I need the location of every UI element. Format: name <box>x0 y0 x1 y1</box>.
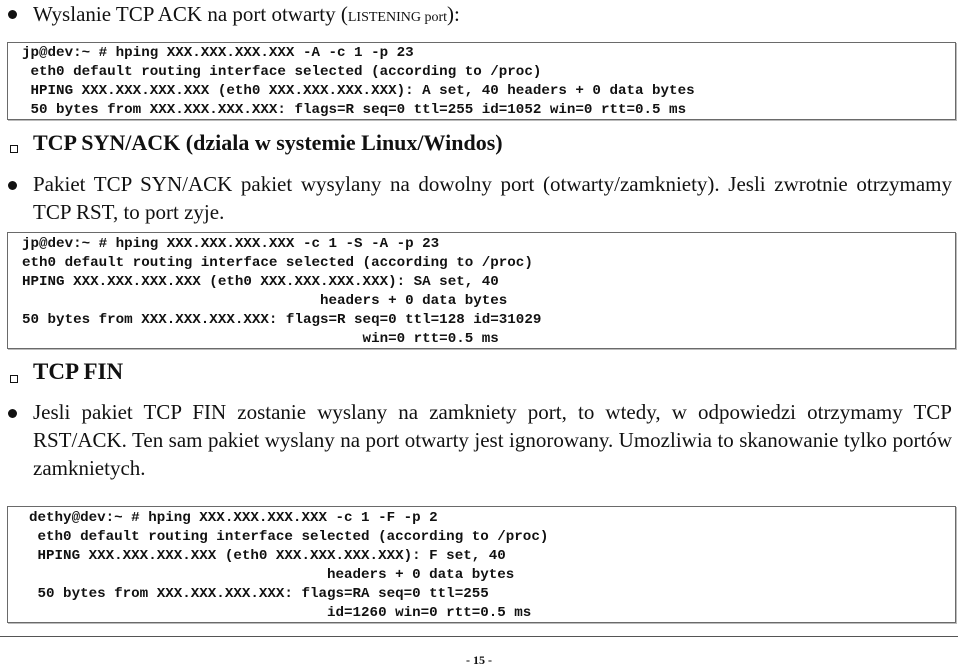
code-line: HPING XXX.XXX.XXX.XXX (eth0 XXX.XXX.XXX.… <box>29 548 506 564</box>
code-line: eth0 default routing interface selected … <box>29 529 549 545</box>
checkbox-square-icon <box>10 375 18 383</box>
code-lines: dethy@dev:~ # hping XXX.XXX.XXX.XXX -c 1… <box>8 507 955 623</box>
code-line: eth0 default routing interface selected … <box>22 64 542 80</box>
code-lines: jp@dev:~ # hping XXX.XXX.XXX.XXX -A -c 1… <box>8 43 955 120</box>
footer-divider <box>0 636 958 637</box>
code-line: win=0 rtt=0.5 ms <box>22 331 499 347</box>
bullet-dot-icon <box>8 409 17 418</box>
code-line: HPING XXX.XXX.XXX.XXX (eth0 XXX.XXX.XXX.… <box>22 83 695 99</box>
page-number: - 15 - <box>466 653 492 667</box>
code-line: 50 bytes from XXX.XXX.XXX.XXX: flags=RA … <box>29 586 489 602</box>
code-line: HPING XXX.XXX.XXX.XXX (eth0 XXX.XXX.XXX.… <box>22 274 499 290</box>
code-line: 50 bytes from XXX.XXX.XXX.XXX: flags=R s… <box>22 312 542 328</box>
code-line: dethy@dev:~ # hping XXX.XXX.XXX.XXX -c 1… <box>29 510 438 526</box>
code-line: id=1260 win=0 rtt=0.5 ms <box>29 605 532 621</box>
code-line: jp@dev:~ # hping XXX.XXX.XXX.XXX -A -c 1… <box>22 45 414 61</box>
paragraph: Pakiet TCP SYN/ACK pakiet wysylany na do… <box>33 172 952 224</box>
section-heading: TCP SYN/ACK (dziala w systemie Linux/Win… <box>33 130 503 155</box>
code-block-fin: dethy@dev:~ # hping XXX.XXX.XXX.XXX -c 1… <box>7 506 956 623</box>
code-line: jp@dev:~ # hping XXX.XXX.XXX.XXX -c 1 -S… <box>22 236 440 252</box>
section-heading: TCP FIN <box>33 359 124 384</box>
bullet-text-main: Wyslanie TCP ACK na port otwarty ( <box>33 2 348 26</box>
code-lines: jp@dev:~ # hping XXX.XXX.XXX.XXX -c 1 -S… <box>8 233 955 349</box>
code-line: headers + 0 data bytes <box>22 293 508 309</box>
code-line: 50 bytes from XXX.XXX.XXX.XXX: flags=R s… <box>22 102 687 118</box>
checkbox-square-icon <box>10 145 18 153</box>
code-line: headers + 0 data bytes <box>29 567 515 583</box>
bullet-dot-icon <box>8 181 17 190</box>
code-line: eth0 default routing interface selected … <box>22 255 533 271</box>
bullet-text-end: ): <box>447 2 460 26</box>
bullet-text: Wyslanie TCP ACK na port otwarty (LISTEN… <box>33 0 952 32</box>
code-block-tcp-ack: jp@dev:~ # hping XXX.XXX.XXX.XXX -A -c 1… <box>7 42 956 120</box>
code-block-syn-ack: jp@dev:~ # hping XXX.XXX.XXX.XXX -c 1 -S… <box>7 232 956 349</box>
bullet-text-smallcaps: LISTENING port <box>347 10 448 25</box>
paragraph: Jesli pakiet TCP FIN zostanie wyslany na… <box>33 400 952 480</box>
bullet-dot-icon <box>8 10 17 19</box>
